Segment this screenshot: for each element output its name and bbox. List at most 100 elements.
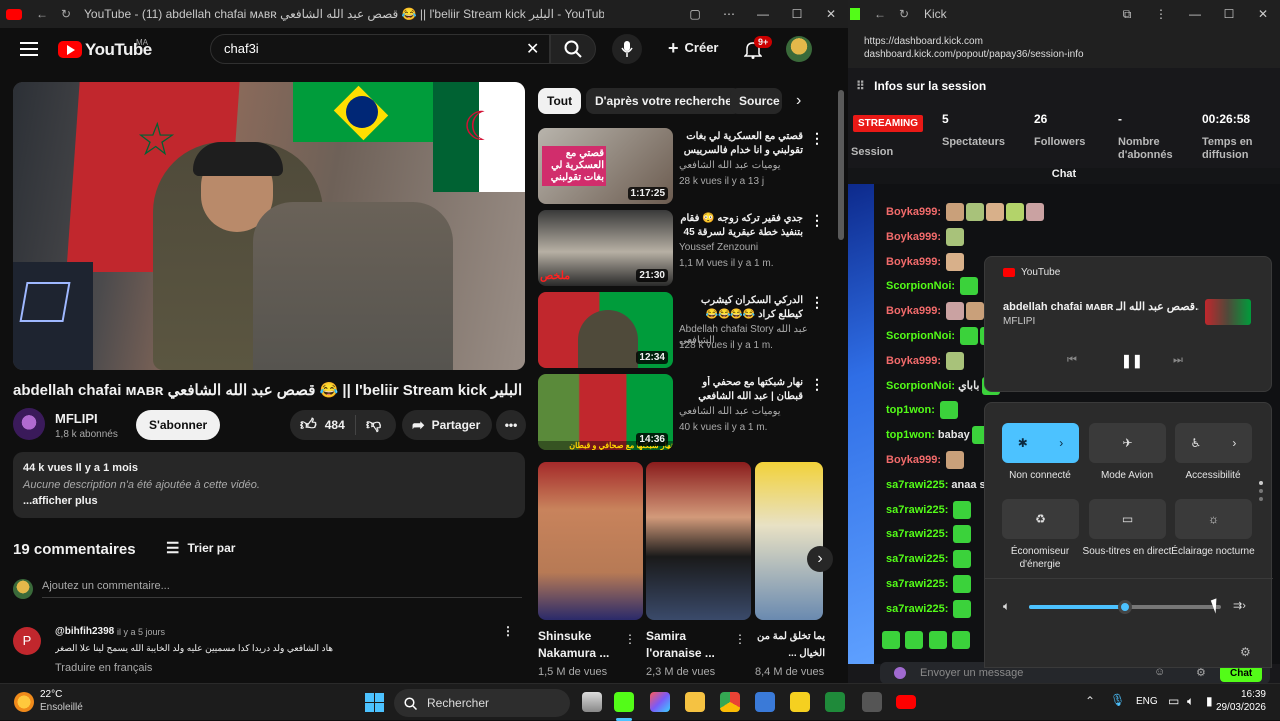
- channel-avatar[interactable]: [13, 408, 45, 440]
- short-thumbnail-1[interactable]: [538, 462, 643, 620]
- chat-username[interactable]: Boyka999:: [886, 206, 941, 218]
- chat-username[interactable]: ScorpionNoi:: [886, 280, 955, 292]
- battery-saver-tile[interactable]: ♻: [1002, 499, 1079, 539]
- app-icon[interactable]: [862, 692, 882, 712]
- volume-thumb[interactable]: [1118, 600, 1132, 614]
- back-icon[interactable]: ←: [30, 2, 54, 26]
- back-icon[interactable]: ←: [868, 2, 892, 26]
- recommendation-menu-icon[interactable]: ⋮: [810, 212, 824, 229]
- speaker-icon[interactable]: 🔈︎: [1187, 694, 1194, 709]
- recommendation-menu-icon[interactable]: ⋮: [810, 294, 824, 311]
- short-title-3[interactable]: يما تخلق لمة من الخيال ...: [755, 628, 825, 662]
- comment-menu-icon[interactable]: ⋮: [502, 624, 514, 638]
- commenter-avatar[interactable]: P: [13, 627, 41, 655]
- voice-search-button[interactable]: [612, 34, 642, 64]
- copilot-icon[interactable]: [650, 692, 670, 712]
- chat-username[interactable]: sa7rawi225:: [886, 603, 948, 615]
- extensions-icon[interactable]: ⧉: [1110, 0, 1144, 28]
- app-icon[interactable]: ▢: [678, 0, 712, 28]
- more-icon[interactable]: ⋯: [712, 0, 746, 28]
- volume-slider[interactable]: [1029, 600, 1221, 614]
- chat-username[interactable]: sa7rawi225:: [886, 553, 948, 565]
- search-button[interactable]: [550, 34, 596, 64]
- app-icon[interactable]: [790, 692, 810, 712]
- notifications-button[interactable]: 9+: [744, 36, 773, 59]
- chat-username[interactable]: sa7rawi225:: [886, 578, 948, 590]
- add-comment-input[interactable]: Ajoutez un commentaire...: [42, 580, 522, 598]
- shorts-next-button[interactable]: ›: [807, 546, 833, 572]
- tray-overflow-icon[interactable]: ⌃: [1085, 694, 1095, 708]
- short-menu-icon[interactable]: ⋮: [734, 632, 746, 646]
- more-vert-icon[interactable]: ⋮: [1144, 0, 1178, 28]
- recommendation-menu-icon[interactable]: ⋮: [810, 130, 824, 147]
- chat-username[interactable]: Boyka999:: [886, 305, 941, 317]
- chat-username[interactable]: ScorpionNoi:: [886, 330, 955, 342]
- share-button[interactable]: ➦ Partager: [402, 410, 492, 440]
- address-bar[interactable]: https://dashboard.kick.com dashboard.kic…: [848, 28, 1280, 68]
- chip-all[interactable]: Tout: [538, 88, 582, 114]
- chat-username[interactable]: Boyka999:: [886, 231, 941, 243]
- task-view-icon[interactable]: [582, 692, 602, 712]
- file-explorer-icon[interactable]: [685, 692, 705, 712]
- chevron-right-icon[interactable]: ›: [1059, 436, 1063, 450]
- recommendation-4[interactable]: نهار شبكتها مع صحافي و قبطان 14:36 نهار …: [538, 374, 838, 452]
- chat-username[interactable]: Boyka999:: [886, 355, 941, 367]
- short-title-2[interactable]: Samira l'oranaise ...: [646, 628, 728, 662]
- refresh-icon[interactable]: ↻: [54, 2, 78, 26]
- kick-app-icon[interactable]: [614, 692, 634, 712]
- description-box[interactable]: 44 k vues Il y a 1 mois Aucune descripti…: [13, 452, 525, 518]
- account-avatar[interactable]: [786, 36, 812, 62]
- app-icon[interactable]: [825, 692, 845, 712]
- network-icon[interactable]: ▭: [1168, 694, 1179, 708]
- chat-username[interactable]: sa7rawi225:: [886, 479, 948, 491]
- chips-next-icon[interactable]: ›: [796, 92, 801, 110]
- chat-username[interactable]: Boyka999:: [886, 256, 941, 268]
- minimize-button[interactable]: —: [746, 0, 780, 28]
- recommendation-2[interactable]: ملخص 21:30 جدي فقير تركه زوجه 😳 فقام بتن…: [538, 210, 838, 288]
- weather-sun-icon[interactable]: [14, 692, 34, 712]
- settings-gear-icon[interactable]: ⚙: [1240, 645, 1251, 659]
- chip-source[interactable]: Source: [730, 88, 782, 114]
- short-thumbnail-3[interactable]: [755, 462, 823, 620]
- search-input[interactable]: chaf3i: [210, 34, 550, 64]
- clear-search-icon[interactable]: ✕: [526, 39, 539, 59]
- chip-related[interactable]: D'après votre recherche: [586, 88, 741, 114]
- language-indicator[interactable]: ENG: [1136, 696, 1158, 707]
- night-light-tile[interactable]: ☼: [1175, 499, 1252, 539]
- store-icon[interactable]: [755, 692, 775, 712]
- audio-output-icon[interactable]: ⇉›: [1233, 599, 1246, 612]
- maximize-button[interactable]: ☐: [780, 0, 814, 28]
- page-scrollbar[interactable]: [838, 90, 844, 240]
- like-button[interactable]: 👍︎ 484: [290, 415, 356, 435]
- maximize-button[interactable]: ☐: [1212, 0, 1246, 28]
- youtube-logo-icon[interactable]: [58, 41, 82, 58]
- create-button[interactable]: + Créer: [668, 39, 718, 57]
- dislike-button[interactable]: 👎︎: [356, 416, 381, 434]
- chat-username[interactable]: top1won:: [886, 429, 935, 441]
- clock-time[interactable]: 16:39: [1226, 689, 1266, 700]
- bluetooth-tile[interactable]: ✱ ›: [1002, 423, 1079, 463]
- translate-link[interactable]: Traduire en français: [55, 662, 152, 674]
- recommendation-1[interactable]: قصتي مع العسكرية لي بغات تقولبني 1:17:25…: [538, 128, 838, 206]
- menu-icon[interactable]: [20, 42, 38, 56]
- chevron-right-icon[interactable]: ›: [1232, 436, 1236, 450]
- panel-page-dots[interactable]: [1259, 481, 1263, 511]
- close-button[interactable]: ✕: [814, 0, 848, 28]
- chat-username[interactable]: sa7rawi225:: [886, 504, 948, 516]
- captions-tile[interactable]: ▭: [1089, 499, 1166, 539]
- more-actions-button[interactable]: •••: [496, 410, 526, 440]
- volume-icon[interactable]: 🔈︎: [1003, 599, 1010, 614]
- sort-button[interactable]: ☰ Trier par: [166, 539, 235, 557]
- start-button[interactable]: [365, 693, 384, 712]
- chat-username[interactable]: sa7rawi225:: [886, 528, 948, 540]
- taskbar-search[interactable]: Rechercher: [394, 689, 570, 717]
- refresh-icon[interactable]: ↻: [892, 2, 916, 26]
- video-player[interactable]: ☆ ☾: [13, 82, 525, 370]
- chat-username[interactable]: top1won:: [886, 404, 935, 416]
- comment-author[interactable]: @bihfih2398: [55, 626, 114, 637]
- subscribe-button[interactable]: S'abonner: [136, 410, 221, 440]
- close-button[interactable]: ✕: [1246, 0, 1280, 28]
- weather-temp[interactable]: 22°C: [40, 689, 62, 700]
- channel-name[interactable]: MFLIPI: [55, 411, 98, 426]
- show-more-link[interactable]: ...afficher plus: [23, 495, 98, 507]
